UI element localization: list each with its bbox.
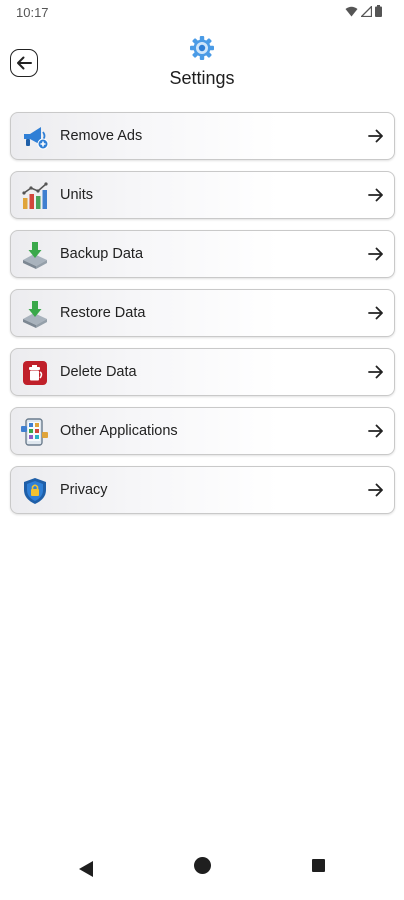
menu-item-label: Remove Ads bbox=[60, 128, 143, 144]
nav-recents-icon[interactable] bbox=[312, 859, 325, 872]
menu-item-restore-data[interactable]: Restore Data bbox=[10, 289, 395, 337]
arrow-right-icon bbox=[368, 247, 383, 261]
menu-item-label: Units bbox=[60, 187, 94, 203]
nav-back-icon[interactable] bbox=[78, 860, 94, 878]
apps-icon bbox=[21, 418, 48, 446]
shield-lock-icon bbox=[24, 478, 46, 504]
menu-item-label: Restore Data bbox=[60, 305, 146, 321]
menu-item-backup-data[interactable]: Backup Data bbox=[10, 230, 395, 278]
megaphone-icon bbox=[24, 127, 49, 150]
trash-icon bbox=[23, 361, 47, 385]
system-nav-bar bbox=[0, 844, 404, 900]
menu-item-privacy[interactable]: Privacy bbox=[10, 466, 395, 514]
arrow-right-icon bbox=[368, 424, 383, 438]
arrow-right-icon bbox=[368, 365, 383, 379]
settings-menu-list: Remove Ads Units Backup Data Restore Dat… bbox=[10, 112, 395, 525]
wifi-icon bbox=[345, 6, 358, 16]
settings-gear-icon bbox=[190, 36, 214, 60]
arrow-right-icon bbox=[368, 306, 383, 320]
status-icons bbox=[345, 5, 382, 17]
bar-chart-icon bbox=[22, 182, 48, 209]
menu-item-remove-ads[interactable]: Remove Ads bbox=[10, 112, 395, 160]
menu-item-units[interactable]: Units bbox=[10, 171, 395, 219]
menu-item-other-applications[interactable]: Other Applications bbox=[10, 407, 395, 455]
menu-item-label: Other Applications bbox=[60, 423, 178, 439]
page-title: Settings bbox=[169, 68, 235, 88]
menu-item-label: Privacy bbox=[60, 482, 108, 498]
arrow-right-icon bbox=[368, 483, 383, 497]
signal-icon bbox=[361, 5, 372, 17]
menu-item-delete-data[interactable]: Delete Data bbox=[10, 348, 395, 396]
status-time: 10:17 bbox=[16, 5, 49, 20]
backup-download-icon bbox=[23, 242, 47, 269]
status-bar: 10:17 bbox=[0, 0, 404, 26]
arrow-right-icon bbox=[368, 129, 383, 143]
nav-home-icon[interactable] bbox=[194, 857, 211, 874]
arrow-right-icon bbox=[368, 188, 383, 202]
menu-item-label: Delete Data bbox=[60, 364, 137, 380]
menu-item-label: Backup Data bbox=[60, 246, 144, 262]
battery-icon bbox=[375, 5, 382, 17]
restore-download-icon bbox=[23, 301, 47, 328]
